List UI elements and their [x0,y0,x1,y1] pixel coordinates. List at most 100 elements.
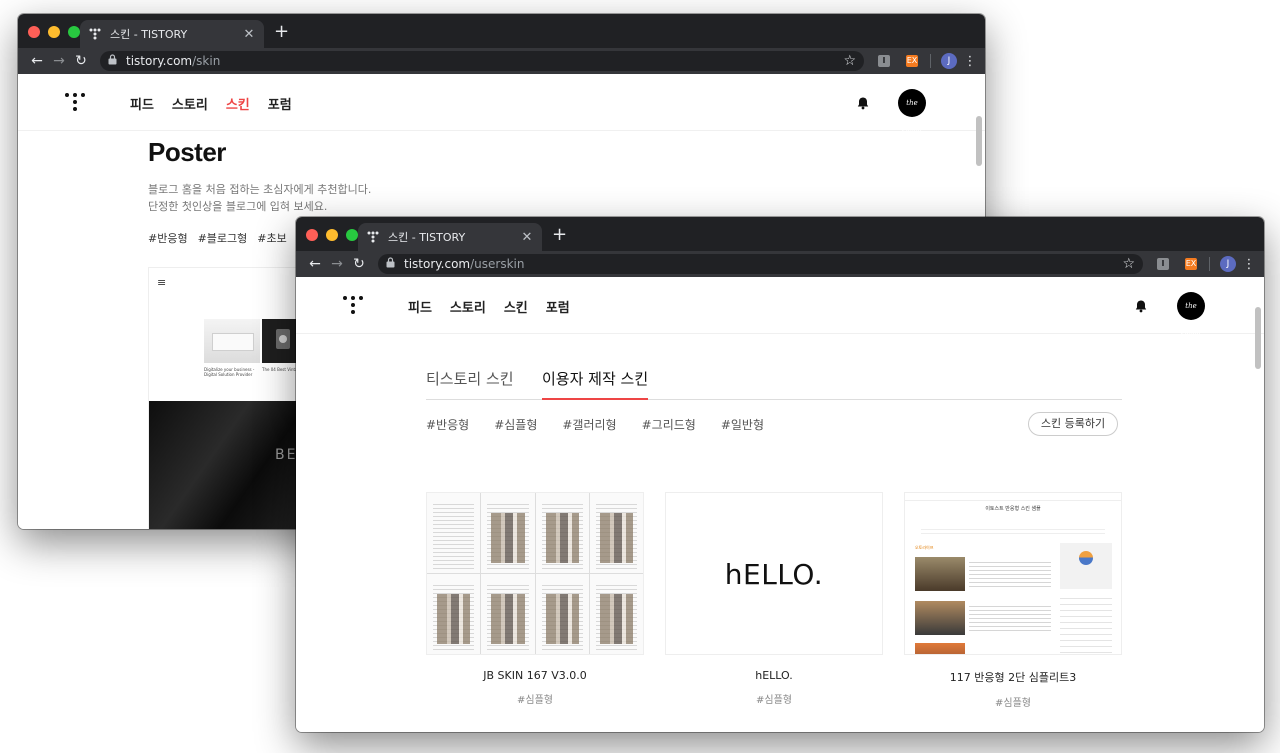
kebab-menu-icon[interactable]: ⋮ [1242,257,1256,272]
tag[interactable]: #초보 [257,230,286,246]
mock-section-label: 오토라이프 [915,545,934,550]
kebab-menu-icon[interactable]: ⋮ [963,54,977,69]
url-path: /skin [192,54,221,68]
tistory-logo-icon[interactable] [343,296,363,316]
nav-forum[interactable]: 포럼 [546,297,570,316]
site-header: 피드 스토리 스킨 포럼 the sweet life [296,277,1264,366]
register-skin-button[interactable]: 스킨 등록하기 [1028,412,1118,436]
star-icon[interactable]: ☆ [843,53,856,69]
forward-arrow-icon[interactable]: → [326,256,348,272]
forward-arrow-icon[interactable]: → [48,53,70,69]
global-nav: 피드 스토리 스킨 포럼 [408,297,570,316]
mock-text-lines [969,559,1051,589]
extension-icon[interactable]: I [878,55,890,67]
tab-title: 스킨 - TISTORY [388,231,466,244]
reload-icon[interactable]: ↻ [70,53,92,69]
banner-text: BE [275,447,298,463]
new-tab-button[interactable]: + [274,22,289,42]
bell-icon[interactable] [1134,298,1148,313]
thumbnail-tile [535,493,589,573]
scrollbar-thumb[interactable] [1255,307,1261,369]
nav-skin[interactable]: 스킨 [504,297,528,316]
skin-thumbnail[interactable] [426,492,644,655]
skin-tag: #심플형 [995,698,1031,709]
browser-tab[interactable]: 스킨 - TISTORY ✕ [358,223,542,251]
nav-story[interactable]: 스토리 [172,94,208,113]
bell-icon[interactable] [856,95,870,110]
address-bar[interactable]: tistory.com/userskin ☆ [378,254,1143,274]
url-host: tistory.com [404,257,471,271]
mock-blog-title: 이토스트 반응형 스킨 샘플 [985,506,1041,512]
minimize-window-button[interactable] [326,229,338,241]
filter-tag[interactable]: #그리드형 [642,416,696,433]
tab-title: 스킨 - TISTORY [110,28,188,41]
skin-tags: #반응형 #블로그형 #초보 # [148,230,306,246]
mock-photo [915,643,965,654]
mock-photo [915,601,965,635]
close-window-button[interactable] [306,229,318,241]
thumbnail-tile [427,493,481,573]
skin-thumbnail[interactable]: 이토스트 반응형 스킨 샘플 오토라이프 [904,492,1122,655]
description-line: 단정한 첫인상을 블로그에 입혀 보세요. [148,200,328,213]
thumbnail-tile [535,574,589,654]
address-bar[interactable]: tistory.com/skin ☆ [100,51,864,71]
profile-avatar[interactable]: J [1220,256,1236,272]
nav-forum[interactable]: 포럼 [268,94,292,113]
nav-feed[interactable]: 피드 [130,94,154,113]
scrollbar-thumb[interactable] [976,116,982,166]
skin-tag: #심플형 [756,695,792,706]
browser-window-front[interactable]: 스킨 - TISTORY ✕ + ← → ↻ tistory.com/users… [296,217,1264,732]
star-icon[interactable]: ☆ [1122,256,1135,272]
tag[interactable]: #블로그형 [198,230,248,246]
skin-name[interactable]: 117 반응형 2단 심플리트3 [904,669,1122,685]
skin-name[interactable]: hELLO. [665,669,883,682]
toolbar-divider [1209,257,1210,271]
desktop: 스킨 - TISTORY ✕ + ← → ↻ tistory.com/skin … [0,0,1280,753]
maximize-window-button[interactable] [346,229,358,241]
skin-description: 블로그 홈을 처음 접하는 초심자에게 추천합니다. 단정한 첫인상을 블로그에… [148,181,371,215]
nav-story[interactable]: 스토리 [450,297,486,316]
skin-name[interactable]: JB SKIN 167 V3.0.0 [426,669,644,682]
tab-tistory-skin[interactable]: 티스토리 스킨 [426,368,514,389]
filter-tag[interactable]: #갤러리형 [562,416,616,433]
mock-text-lines [969,603,1051,633]
extension-ex-icon[interactable]: EX [1185,258,1197,270]
back-arrow-icon[interactable]: ← [26,53,48,69]
mock-sidebar [1060,593,1112,653]
minimize-window-button[interactable] [48,26,60,38]
tab-user-skin[interactable]: 이용자 제작 스킨 [542,368,649,400]
close-tab-icon[interactable]: ✕ [242,27,256,42]
browser-toolbar: ← → ↻ tistory.com/userskin ☆ I EX J ⋮ [296,251,1264,277]
mock-topbar [905,493,1121,501]
new-tab-button[interactable]: + [552,225,567,245]
tag[interactable]: #반응형 [148,230,188,246]
back-arrow-icon[interactable]: ← [304,256,326,272]
extension-ex-icon[interactable]: EX [906,55,918,67]
tistory-logo-icon[interactable] [65,93,85,113]
url-path: /userskin [470,257,525,271]
reload-icon[interactable]: ↻ [348,256,370,272]
close-tab-icon[interactable]: ✕ [520,230,534,245]
description-line: 블로그 홈을 처음 접하는 초심자에게 추천합니다. [148,183,372,196]
filter-tag[interactable]: #일반형 [721,416,764,433]
user-avatar[interactable]: the sweet life [1177,292,1205,366]
close-window-button[interactable] [28,26,40,38]
filter-tag[interactable]: #반응형 [426,416,469,433]
filter-tag[interactable]: #심플형 [494,416,537,433]
site-header: 피드 스토리 스킨 포럼 the sweet life [18,74,985,163]
url-host: tistory.com [126,54,193,68]
skin-card[interactable]: hELLO. hELLO. #심플형 [665,492,883,706]
nav-skin[interactable]: 스킨 [226,94,250,113]
skin-thumbnail[interactable]: hELLO. [665,492,883,655]
nav-feed[interactable]: 피드 [408,297,432,316]
user-avatar[interactable]: the sweet life [898,89,926,163]
profile-avatar[interactable]: J [941,53,957,69]
maximize-window-button[interactable] [68,26,80,38]
browser-tab[interactable]: 스킨 - TISTORY ✕ [80,20,264,48]
skin-card[interactable]: 이토스트 반응형 스킨 샘플 오토라이프 117 반응형 2단 심플리트3 #심… [904,492,1122,709]
skin-card[interactable]: JB SKIN 167 V3.0.0 #심플형 [426,492,644,706]
thumbnail-tile [589,493,643,573]
extension-icon[interactable]: I [1157,258,1169,270]
page-content: 피드 스토리 스킨 포럼 the sweet life 티스토리 스킨 이용자 … [296,277,1264,732]
title-bar: 스킨 - TISTORY ✕ + [18,14,985,48]
